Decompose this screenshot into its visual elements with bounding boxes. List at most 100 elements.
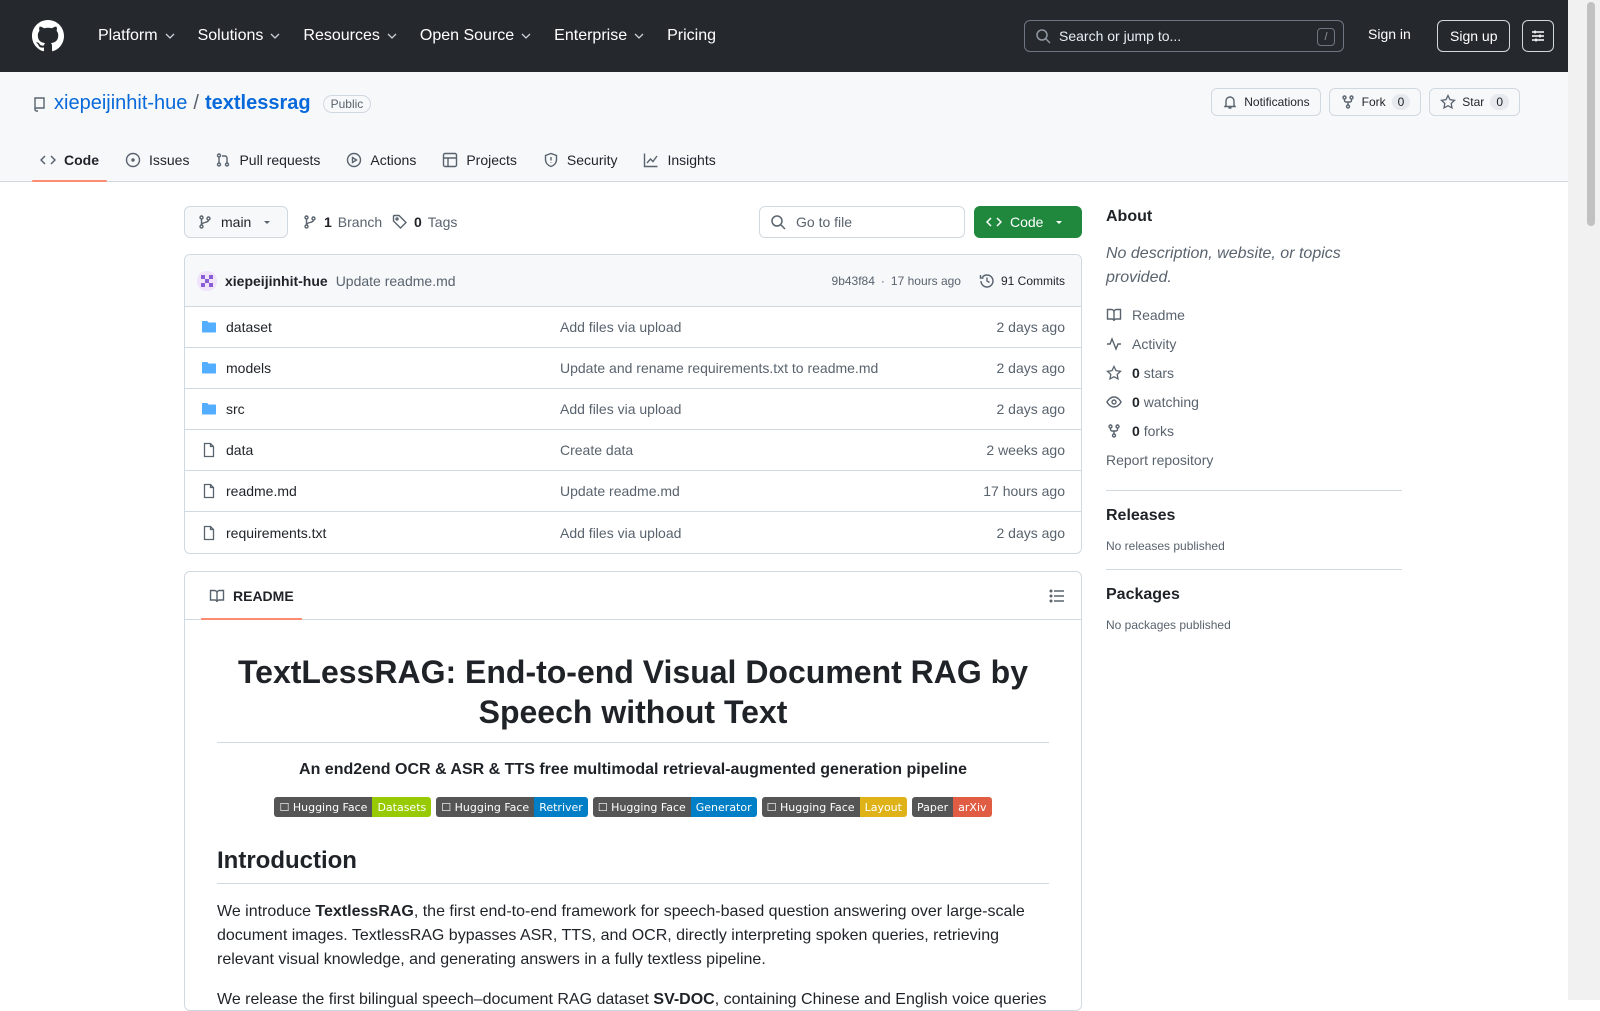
releases-heading[interactable]: Releases [1106,507,1402,525]
activity-link-label: Activity [1132,335,1177,352]
badge-value: arXiv [953,797,992,817]
tags-link[interactable]: 0 Tags [392,214,457,230]
repo-actions: Notifications Fork 0 Star 0 [1211,88,1520,116]
list-unordered-icon[interactable] [1049,588,1065,604]
tab-label: Code [64,152,99,168]
tab-pull-requests[interactable]: Pull requests [207,138,328,182]
chevron-down-icon [387,33,397,39]
watching-link[interactable]: 0 watching [1106,387,1402,416]
badge-label: ☐ Hugging Face [436,797,535,817]
repo-name-link[interactable]: textlessrag [205,92,311,115]
nav-solutions[interactable]: Solutions [188,20,294,52]
star-count: 0 [1490,94,1509,110]
file-commit-message[interactable]: Add files via upload [560,401,681,417]
badge-value: Generator [690,797,757,817]
file-row[interactable]: data Create data 2 weeks ago [185,430,1081,471]
avatar[interactable] [197,270,217,291]
shield-badge[interactable]: Paper arXiv [911,797,992,817]
search-icon [771,215,786,230]
tab-label: Issues [149,152,190,168]
file-icon [203,483,215,499]
shield-badge[interactable]: ☐ Hugging Face Generator [592,797,757,817]
commit-author[interactable]: xiepeijinhit-hue [225,273,328,289]
branches-link[interactable]: 1 Branch [302,214,382,230]
nav-pricing[interactable]: Pricing [657,20,726,52]
shield-badge[interactable]: ☐ Hugging Face Datasets [274,797,432,817]
forks-link[interactable]: 0 forks [1106,416,1402,445]
file-name[interactable]: src [226,401,245,417]
code-icon [986,217,1002,227]
stars-link[interactable]: 0 stars [1106,358,1402,387]
eye-icon [1106,395,1122,408]
readme-link[interactable]: Readme [1106,300,1402,329]
file-commit-message[interactable]: Add files via upload [560,525,681,541]
code-button[interactable]: Code [974,206,1082,238]
nav-enterprise[interactable]: Enterprise [544,20,657,52]
fork-button[interactable]: Fork 0 [1328,88,1422,116]
readme-tab-label: README [233,587,294,604]
watching-count: 0 [1132,393,1140,410]
file-name[interactable]: data [226,442,253,458]
nav-platform[interactable]: Platform [88,20,188,52]
go-to-file-input[interactable]: Go to file [759,206,965,238]
file-row[interactable]: readme.md Update readme.md 17 hours ago [185,471,1081,512]
breadcrumb-separator: / [193,92,199,114]
branch-selector[interactable]: main [184,206,289,238]
repo-owner-link[interactable]: xiepeijinhit-hue [54,92,187,115]
commits-link[interactable]: 91 Commits [979,273,1065,289]
file-name[interactable]: dataset [226,319,272,335]
intro-paragraph: We introduce TextlessRAG, the first end-… [217,900,1049,972]
tab-insights[interactable]: Insights [635,138,723,182]
star-button[interactable]: Star 0 [1429,88,1520,116]
file-row[interactable]: models Update and rename requirements.txt… [185,348,1081,389]
shield-icon [544,152,558,168]
sign-up-button[interactable]: Sign up [1437,20,1511,52]
file-commit-message[interactable]: Update readme.md [560,483,680,499]
about-links: Readme Activity 0 stars 0 watching 0 for… [1106,300,1402,474]
commit-hash[interactable]: 9b43f84 [832,274,875,288]
scrollbar-thumb[interactable] [1587,2,1595,226]
code-button-label: Code [1010,214,1044,230]
latest-commit: xiepeijinhit-hue Update readme.md 9b43f8… [185,255,1081,307]
notifications-button[interactable]: Notifications [1211,88,1321,116]
shield-badge[interactable]: ☐ Hugging Face Layout [761,797,907,817]
file-row[interactable]: dataset Add files via upload 2 days ago [185,307,1081,348]
packages-heading[interactable]: Packages [1106,586,1402,604]
tab-actions[interactable]: Actions [338,138,424,182]
tab-code[interactable]: Code [32,138,107,182]
tab-issues[interactable]: Issues [117,138,197,182]
tab-security[interactable]: Security [535,138,626,182]
shield-badge[interactable]: ☐ Hugging Face Retriver [436,797,588,817]
report-repository-link[interactable]: Report repository [1106,445,1402,474]
file-name[interactable]: readme.md [226,483,297,499]
github-logo-icon[interactable] [32,20,64,52]
folder-icon [202,403,216,415]
file-row[interactable]: requirements.txt Add files via upload 2 da… [185,512,1081,553]
commit-message[interactable]: Update readme.md [336,273,456,289]
file-commit-message[interactable]: Create data [560,442,633,458]
page-scrollbar[interactable] [1568,0,1600,1000]
file-name[interactable]: models [226,360,271,376]
file-name[interactable]: requirements.txt [226,525,326,541]
triangle-down-icon [1056,221,1063,224]
sign-in-link[interactable]: Sign in [1368,26,1411,42]
readme-tab[interactable]: README [201,572,302,620]
global-search-input[interactable]: Search or jump to... / [1024,20,1344,52]
branch-name: main [221,214,252,230]
forks-count: 0 [1132,422,1140,439]
file-commit-message[interactable]: Update and rename requirements.txt to re… [560,360,878,376]
badge-label: Paper [911,797,954,817]
nav-label: Enterprise [554,27,628,44]
pulse-icon [1107,336,1121,351]
about-description: No description, website, or topics provi… [1106,245,1341,286]
bold-text: TextlessRAG [315,903,414,920]
nav-resources[interactable]: Resources [293,20,409,52]
settings-menu-button[interactable] [1522,20,1554,52]
nav-label: Open Source [419,27,515,44]
file-row[interactable]: src Add files via upload 2 days ago [185,389,1081,430]
file-commit-message[interactable]: Add files via upload [560,319,681,335]
tab-projects[interactable]: Projects [434,138,525,182]
nav-open-source[interactable]: Open Source [410,20,544,52]
search-placeholder: Search or jump to... [1059,28,1182,44]
activity-link[interactable]: Activity [1106,329,1402,358]
